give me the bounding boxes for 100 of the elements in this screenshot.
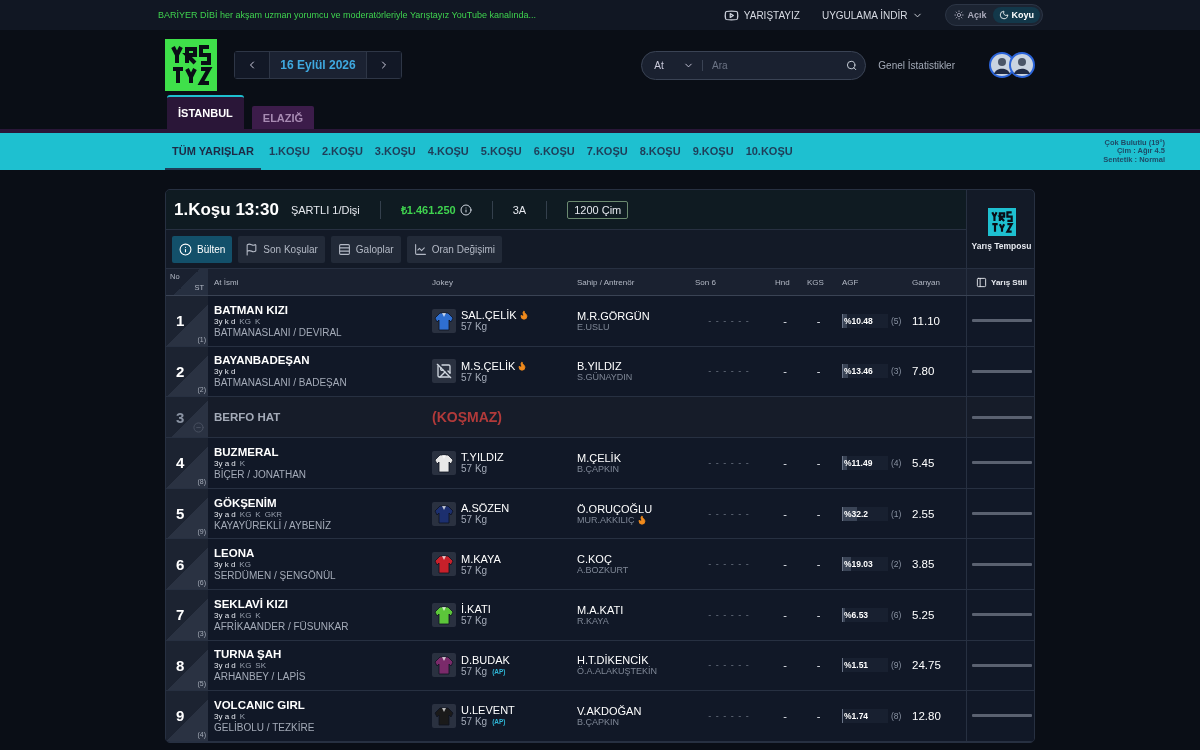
- race-tab[interactable]: 8.KOŞU: [635, 133, 685, 170]
- handicap-text: -: [782, 313, 788, 329]
- view-tab[interactable]: Galoplar: [330, 235, 401, 263]
- trainer-name[interactable]: B.ÇAPKIN: [577, 464, 619, 474]
- jockey-name[interactable]: T.YILDIZ: [461, 451, 504, 464]
- theme-option[interactable]: Açık: [948, 7, 993, 23]
- race-tab[interactable]: 10.KOŞU: [741, 133, 797, 170]
- horse-name[interactable]: BERFO HAT: [214, 411, 426, 424]
- announcement-link[interactable]: BARİYER DİBİ her akşam uzman yorumcu ve moderatörleriyle Yarıştayız YouTube kanalında...: [158, 10, 724, 20]
- race-tab[interactable]: 2.KOŞU: [317, 133, 367, 170]
- youtube-icon[interactable]: [723, 7, 739, 23]
- owner-name[interactable]: H.T.DİKENCİK: [577, 654, 689, 667]
- column-header: Ganyan: [911, 276, 942, 289]
- panel-icon[interactable]: [976, 276, 987, 288]
- agf-value: %1.74: [843, 710, 869, 721]
- view-tab[interactable]: Bülten: [172, 235, 233, 263]
- trainer-name[interactable]: MUR.AKKILIÇ: [577, 514, 635, 525]
- horse-name[interactable]: LEONA: [214, 547, 426, 560]
- race-title: 1.Koşu 13:30: [174, 199, 279, 220]
- view-tab[interactable]: Son Koşular: [238, 235, 325, 263]
- theme-option[interactable]: Koyu: [992, 7, 1040, 23]
- horse-tag: K: [239, 459, 246, 468]
- horse-number: 6: [176, 555, 185, 573]
- horse-tag: K: [255, 610, 261, 620]
- owner-name[interactable]: M.R.GÖRGÜN: [577, 309, 689, 322]
- horse-info: 3y a d: [214, 459, 236, 468]
- pedigree-text: BATMANASLANI / BADEŞAN: [214, 377, 348, 389]
- owner-name[interactable]: M.A.KATI: [577, 603, 689, 616]
- horse-name[interactable]: BAYANBADEŞAN: [214, 354, 426, 367]
- jockey-name[interactable]: M.S.ÇELİK: [461, 359, 516, 372]
- horse-name[interactable]: BUZMERAL: [214, 446, 426, 458]
- search-field[interactable]: At Ara: [641, 50, 867, 80]
- city-tab[interactable]: İSTANBUL: [167, 95, 244, 129]
- horse-name[interactable]: SEKLAVİ KIZI: [214, 597, 426, 610]
- kgs-text: -: [815, 658, 822, 674]
- agf-rank: (6): [891, 609, 902, 620]
- jockey-name[interactable]: SAL.ÇELİK: [461, 309, 517, 322]
- race-tab[interactable]: 3.KOŞU: [370, 133, 420, 170]
- trainer-name[interactable]: B.ÇAPKIN: [577, 716, 619, 727]
- race-tab[interactable]: 4.KOŞU: [423, 133, 473, 170]
- weight-text: 57 Kg: [461, 514, 488, 526]
- horse-name[interactable]: BATMAN KIZI: [214, 303, 426, 316]
- race-tab[interactable]: 5.KOŞU: [476, 133, 526, 170]
- jockey-name[interactable]: İ.KATI: [461, 603, 491, 616]
- column-header: At İsmi: [213, 276, 240, 289]
- race-tab[interactable]: TÜM YARIŞLAR: [165, 133, 261, 170]
- jockey-name[interactable]: A.SÖZEN: [461, 502, 510, 515]
- jockey-name[interactable]: U.LEVENT: [461, 704, 515, 717]
- race-tempo-panel[interactable]: Yarış Temposu: [966, 190, 1034, 268]
- odds-text: 24.75: [911, 658, 942, 674]
- horse-name[interactable]: TURNA ŞAH: [214, 648, 426, 661]
- race-tab[interactable]: 7.KOŞU: [582, 133, 632, 170]
- jockey-name[interactable]: D.BUDAK: [461, 653, 510, 666]
- handicap-text: -: [782, 557, 788, 573]
- owner-name[interactable]: V.AKDOĞAN: [577, 704, 689, 717]
- trainer-name[interactable]: S.GÜNAYDIN: [577, 372, 633, 383]
- race-style-bar: [971, 562, 1032, 566]
- search-input[interactable]: Ara: [703, 58, 847, 72]
- race-tab[interactable]: 9.KOŞU: [688, 133, 738, 170]
- horse-name[interactable]: GÖKŞENİM: [214, 496, 426, 509]
- agf-rank: (4): [891, 458, 902, 468]
- trainer-name[interactable]: A.BOZKURT: [577, 565, 629, 576]
- trainer-name[interactable]: Ö.A.ALAKUŞTEKİN: [577, 666, 658, 677]
- agf-rank: (5): [891, 315, 902, 326]
- odds-text: 2.55: [911, 506, 936, 522]
- horse-tag: KG: [239, 661, 252, 671]
- city-tab[interactable]: ELAZIĞ: [251, 106, 315, 129]
- owner-name[interactable]: C.KOÇ: [577, 553, 689, 566]
- owner-name[interactable]: M.ÇELİK: [577, 452, 689, 464]
- horse-info: 3y a d: [214, 509, 236, 519]
- trainer-name[interactable]: R.KAYA: [577, 615, 609, 626]
- track-tag: 1200 Çim: [567, 200, 629, 219]
- app-download-link[interactable]: UYGULAMA İNDİR: [821, 9, 908, 21]
- race-tab[interactable]: 1.KOŞU: [264, 133, 314, 170]
- agf-rank: (1): [891, 508, 902, 519]
- horse-number: 3: [176, 408, 185, 426]
- odds-text: 12.80: [911, 708, 942, 724]
- horse-info: 3y a d: [214, 610, 236, 620]
- info-icon[interactable]: [459, 203, 472, 216]
- owner-name[interactable]: Ö.ORUÇOĞLU: [577, 502, 689, 515]
- kgs-text: -: [815, 607, 822, 623]
- race-tab[interactable]: 6.KOŞU: [529, 133, 579, 170]
- flag-icon: [245, 242, 259, 256]
- sun-icon: [954, 10, 965, 20]
- handicap-text: -: [782, 364, 788, 380]
- info-icon: [179, 242, 192, 256]
- agf-value: %10.48: [843, 315, 873, 326]
- avatar-icon[interactable]: [1009, 52, 1035, 78]
- weight-text: 57 Kg: [461, 371, 488, 383]
- owner-name[interactable]: B.YILDIZ: [577, 360, 689, 373]
- jockey-name[interactable]: M.KAYA: [461, 552, 501, 565]
- view-tab[interactable]: Oran Değişimi: [406, 235, 502, 263]
- handicap-text: -: [782, 607, 788, 623]
- statistics-link[interactable]: Genel İstatistikler: [878, 59, 955, 71]
- filter-dropdown[interactable]: At: [654, 59, 704, 71]
- horse-name[interactable]: VOLCANIC GIRL: [214, 698, 426, 711]
- trainer-name[interactable]: E.USLU: [577, 321, 610, 332]
- kgs-text: -: [815, 557, 822, 573]
- handicap-text: -: [782, 506, 788, 522]
- youtube-link[interactable]: YARIŞTAYIZ: [743, 9, 800, 21]
